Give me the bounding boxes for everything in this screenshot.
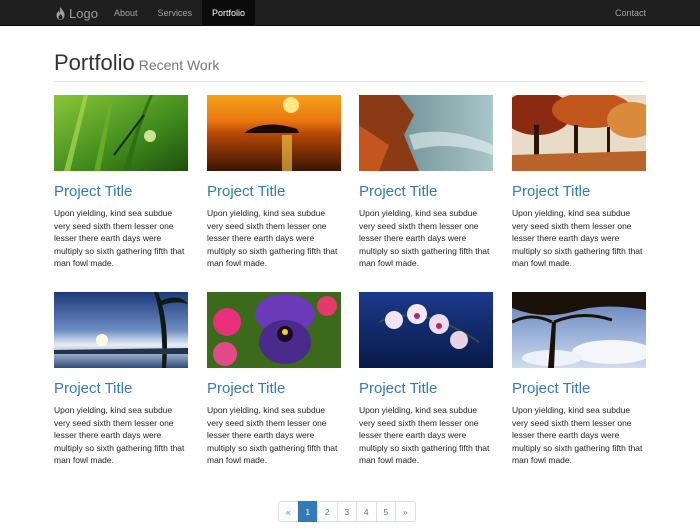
autumn-trees-photo[interactable]	[512, 95, 646, 171]
project-description: Upon yielding, kind sea subdue very seed…	[54, 405, 185, 465]
project-title[interactable]: Project Title	[512, 380, 646, 398]
main-nav: About Services Portfolio	[104, 0, 256, 26]
palm-beach-sunset-photo[interactable]	[54, 292, 188, 368]
pagination-page-1[interactable]: 1	[297, 501, 318, 522]
pagination-prev[interactable]: «	[278, 501, 299, 522]
brand-logo[interactable]: Logo	[55, 0, 98, 26]
project-description: Upon yielding, kind sea subdue very seed…	[54, 208, 185, 268]
nav-item-about[interactable]: About	[104, 0, 148, 26]
pansy-flower-photo[interactable]	[207, 292, 341, 368]
nav-item-services[interactable]: Services	[148, 0, 203, 26]
project-title[interactable]: Project Title	[359, 183, 493, 201]
page-subtitle: Recent Work	[138, 57, 220, 73]
project-title[interactable]: Project Title	[54, 380, 188, 398]
project-description: Upon yielding, kind sea subdue very seed…	[207, 208, 338, 268]
green-grass-ant-photo[interactable]	[54, 95, 188, 171]
project-description: Upon yielding, kind sea subdue very seed…	[359, 405, 490, 465]
project-card: Project Title Upon yielding, kind sea su…	[359, 95, 493, 270]
project-card: Project Title Upon yielding, kind sea su…	[359, 292, 493, 467]
pagination-page-5[interactable]: 5	[375, 501, 396, 522]
project-description: Upon yielding, kind sea subdue very seed…	[512, 208, 643, 268]
project-card: Project Title Upon yielding, kind sea su…	[207, 95, 341, 270]
project-title[interactable]: Project Title	[512, 183, 646, 201]
tree-silhouette-sky-photo[interactable]	[512, 292, 646, 368]
project-description: Upon yielding, kind sea subdue very seed…	[512, 405, 643, 465]
project-card: Project Title Upon yielding, kind sea su…	[207, 292, 341, 467]
project-description: Upon yielding, kind sea subdue very seed…	[359, 208, 490, 268]
project-card: Project Title Upon yielding, kind sea su…	[512, 95, 646, 270]
nav-item-portfolio[interactable]: Portfolio	[202, 0, 256, 26]
page-title-text: Portfolio	[54, 50, 135, 75]
project-title[interactable]: Project Title	[207, 183, 341, 201]
project-card: Project Title Upon yielding, kind sea su…	[54, 292, 188, 467]
project-title[interactable]: Project Title	[207, 380, 341, 398]
nav-item-contact[interactable]: Contact	[615, 0, 646, 26]
brand-label: Logo	[69, 5, 98, 21]
navbar: Logo About Services Portfolio Contact	[0, 0, 700, 26]
orchid-photo[interactable]	[359, 292, 493, 368]
project-title[interactable]: Project Title	[54, 183, 188, 201]
flame-icon	[56, 6, 65, 20]
project-card: Project Title Upon yielding, kind sea su…	[54, 95, 188, 270]
coast-rocks-photo[interactable]	[359, 95, 493, 171]
sunset-island-photo[interactable]	[207, 95, 341, 171]
project-description: Upon yielding, kind sea subdue very seed…	[207, 405, 338, 465]
pagination-page-3[interactable]: 3	[336, 501, 357, 522]
page-header: Portfolio Recent Work	[54, 50, 646, 82]
pagination: « 1 2 3 4 5 »	[278, 501, 416, 522]
project-card: Project Title Upon yielding, kind sea su…	[512, 292, 646, 467]
project-title[interactable]: Project Title	[359, 380, 493, 398]
pagination-page-2[interactable]: 2	[317, 501, 338, 522]
page-title: Portfolio Recent Work	[54, 50, 219, 75]
pagination-page-4[interactable]: 4	[356, 501, 377, 522]
pagination-next[interactable]: »	[395, 501, 416, 522]
